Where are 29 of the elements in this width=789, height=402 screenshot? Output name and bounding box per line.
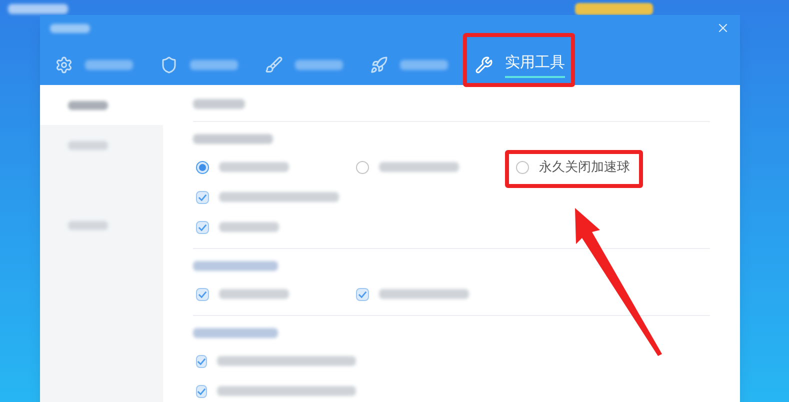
tab-label: 实用工具 [505,52,565,78]
radio-button[interactable] [516,160,529,174]
wrench-icon [475,56,493,74]
radio-button[interactable] [356,160,369,174]
checkbox[interactable] [196,220,209,234]
blurred-text [219,162,289,172]
checkbox[interactable] [196,288,209,300]
checkbox[interactable] [196,354,207,368]
rocket-icon [370,56,388,74]
blurred-text [400,60,448,70]
checkbox[interactable] [196,384,207,398]
close-icon[interactable] [716,21,730,35]
broom-icon [265,56,283,74]
blurred-text [190,60,238,70]
gear-icon [55,56,73,74]
sidebar-item[interactable] [40,85,163,125]
checkbox[interactable] [196,190,209,204]
option-label: 永久关闭加速球 [539,158,630,176]
shield-icon [160,56,178,74]
blurred-title [50,24,90,32]
blurred-text [219,222,279,232]
checkbox[interactable] [356,288,369,300]
blurred-text [295,60,343,70]
blurred-text [219,289,289,299]
blurred-text [85,60,133,70]
tab[interactable]: 实用工具 [475,45,580,85]
radio-button[interactable] [196,160,209,174]
blurred-heading [193,99,245,109]
blurred-logo [8,4,68,14]
